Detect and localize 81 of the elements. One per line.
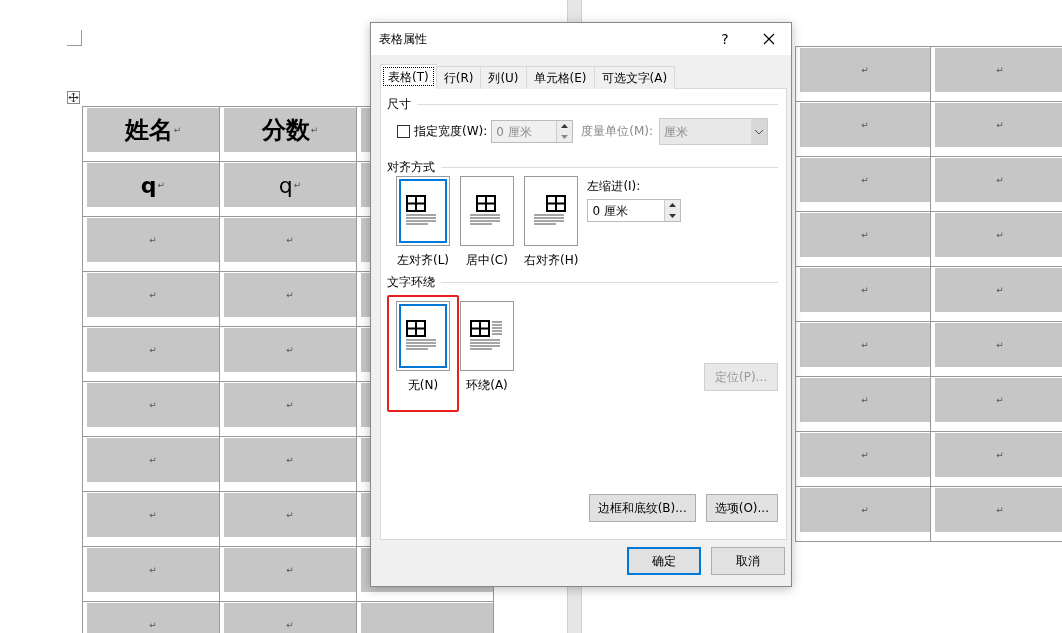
help-button[interactable]: ? xyxy=(703,24,747,54)
section-heading: 对齐方式 xyxy=(387,158,435,176)
paragraph-mark: ↵ xyxy=(861,395,869,405)
cell-text: q xyxy=(140,172,157,198)
field-label: 左缩进(I): xyxy=(587,178,642,195)
window-title: 表格属性 xyxy=(379,30,428,48)
paragraph-mark: ↵ xyxy=(149,235,157,245)
unit-label: 度量单位(M): xyxy=(581,123,654,140)
paragraph-mark: ↵ xyxy=(996,120,1004,130)
paragraph-mark: ↵ xyxy=(286,510,294,520)
paragraph-mark: ↵ xyxy=(996,340,1004,350)
paragraph-mark: ↵ xyxy=(149,510,157,520)
tab[interactable]: 列(U) xyxy=(480,66,527,89)
option-label: 左对齐(L) xyxy=(396,252,450,269)
tab[interactable]: 表格(T) xyxy=(380,64,437,89)
tab[interactable]: 单元格(E) xyxy=(525,66,595,89)
option-label: 无(N) xyxy=(407,377,439,394)
alignment-option[interactable] xyxy=(524,176,579,246)
caret-up-icon xyxy=(669,203,677,208)
indent-spin-field[interactable]: 0 厘米 xyxy=(587,199,682,222)
option-label: 环绕(A) xyxy=(466,377,508,394)
paragraph-mark: ↵ xyxy=(149,565,157,575)
paragraph-mark: ↵ xyxy=(996,65,1004,75)
paragraph-mark: ↵ xyxy=(310,125,319,135)
paragraph-mark: ↵ xyxy=(286,290,294,300)
paragraph-mark: ↵ xyxy=(293,180,302,190)
paragraph-mark: ↵ xyxy=(861,450,869,460)
paragraph-mark: ↵ xyxy=(996,175,1004,185)
paragraph-mark: ↵ xyxy=(173,125,182,135)
cancel-button[interactable]: 取消 xyxy=(711,547,785,575)
tab[interactable]: 可选文字(A) xyxy=(593,66,676,89)
paragraph-mark: ↵ xyxy=(861,175,869,185)
spin-down-button[interactable] xyxy=(665,210,681,221)
paragraph-mark: ↵ xyxy=(861,285,869,295)
spin-up-button[interactable] xyxy=(665,200,681,211)
section-heading: 文字环绕 xyxy=(387,273,435,291)
ok-button[interactable]: 确定 xyxy=(627,547,701,575)
paragraph-mark: ↵ xyxy=(861,65,869,75)
alignment-option[interactable] xyxy=(460,176,514,246)
cell-text: q xyxy=(278,172,293,198)
paragraph-mark: ↵ xyxy=(149,620,157,630)
cell-text: 分数 xyxy=(261,115,310,146)
dialog-button[interactable]: 选项(O)... xyxy=(705,494,778,522)
paragraph-mark: ↵ xyxy=(861,505,869,515)
option-label: 右对齐(H) xyxy=(524,252,579,269)
checkbox[interactable] xyxy=(397,125,410,138)
dialog-button[interactable]: 边框和底纹(B)... xyxy=(588,494,696,522)
section-heading: 尺寸 xyxy=(387,95,411,113)
paragraph-mark: ↵ xyxy=(286,455,294,465)
checkbox-label: 指定宽度(W): xyxy=(414,123,488,140)
wrap-option[interactable] xyxy=(396,301,450,371)
paragraph-mark: ↵ xyxy=(861,120,869,130)
caret-down-icon xyxy=(561,134,569,139)
paragraph-mark: ↵ xyxy=(996,395,1004,405)
close-icon xyxy=(763,33,775,45)
paragraph-mark: ↵ xyxy=(286,400,294,410)
paragraph-mark: ↵ xyxy=(996,450,1004,460)
alignment-option[interactable] xyxy=(396,176,450,246)
paragraph-mark: ↵ xyxy=(286,565,294,575)
paragraph-mark: ↵ xyxy=(286,235,294,245)
paragraph-mark: ↵ xyxy=(286,345,294,355)
chevron-down-icon xyxy=(754,128,765,135)
tab[interactable]: 行(R) xyxy=(435,66,482,89)
paragraph-mark: ↵ xyxy=(149,345,157,355)
paragraph-mark: ↵ xyxy=(861,340,869,350)
paragraph-mark: ↵ xyxy=(149,290,157,300)
option-label: 居中(C) xyxy=(466,252,508,269)
corner-mark xyxy=(67,30,82,46)
paragraph-mark: ↵ xyxy=(996,505,1004,515)
caret-down-icon xyxy=(669,213,677,218)
move-handle-icon[interactable] xyxy=(67,91,80,104)
paragraph-mark: ↵ xyxy=(149,400,157,410)
paragraph-mark: ↵ xyxy=(996,285,1004,295)
wrap-option[interactable] xyxy=(460,301,514,371)
paragraph-mark: ↵ xyxy=(286,620,294,630)
paragraph-mark: ↵ xyxy=(149,455,157,465)
caret-up-icon xyxy=(561,124,569,129)
cell-text: 姓名 xyxy=(124,115,173,146)
paragraph-mark: ↵ xyxy=(861,230,869,240)
paragraph-mark: ↵ xyxy=(157,180,166,190)
paragraph-mark: ↵ xyxy=(996,230,1004,240)
